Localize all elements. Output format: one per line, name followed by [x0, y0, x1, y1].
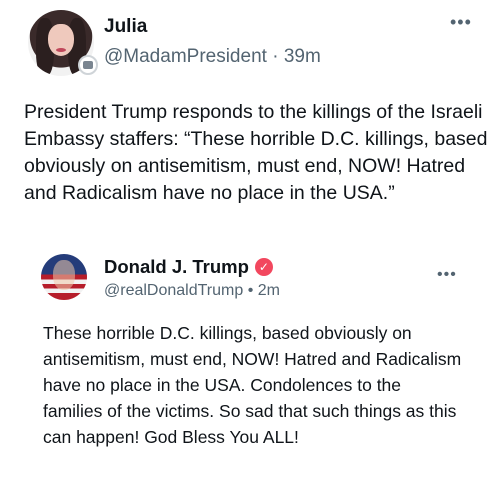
quoted-author-name-row: Donald J. Trump ✓	[104, 256, 273, 278]
quoted-author-name[interactable]: Donald J. Trump	[104, 256, 249, 278]
quoted-meta-separator: •	[247, 282, 254, 299]
post: Julia @MadamPresident · 39m ••• Presiden…	[0, 0, 500, 495]
post-text: President Trump responds to the killings…	[24, 101, 488, 204]
post-time[interactable]: 39m	[284, 46, 321, 67]
quoted-author-avatar[interactable]	[41, 254, 87, 300]
more-options-icon[interactable]: •••	[450, 12, 472, 33]
verified-badge-icon: ✓	[254, 258, 273, 276]
affiliation-badge-icon	[78, 55, 98, 75]
quoted-post-time[interactable]: 2m	[258, 282, 280, 299]
meta-separator: ·	[272, 46, 279, 67]
quoted-author-handle[interactable]: @realDonaldTrump	[104, 282, 243, 299]
quoted-more-options-icon[interactable]: •••	[437, 266, 457, 284]
author-name[interactable]: Julia	[104, 16, 147, 38]
author-handle[interactable]: @MadamPresident	[104, 46, 267, 67]
quoted-post-meta: @realDonaldTrump • 2m	[104, 282, 280, 300]
quoted-post-text: These horrible D.C. killings, based obvi…	[43, 323, 462, 447]
post-meta: @MadamPresident · 39m	[104, 46, 321, 68]
